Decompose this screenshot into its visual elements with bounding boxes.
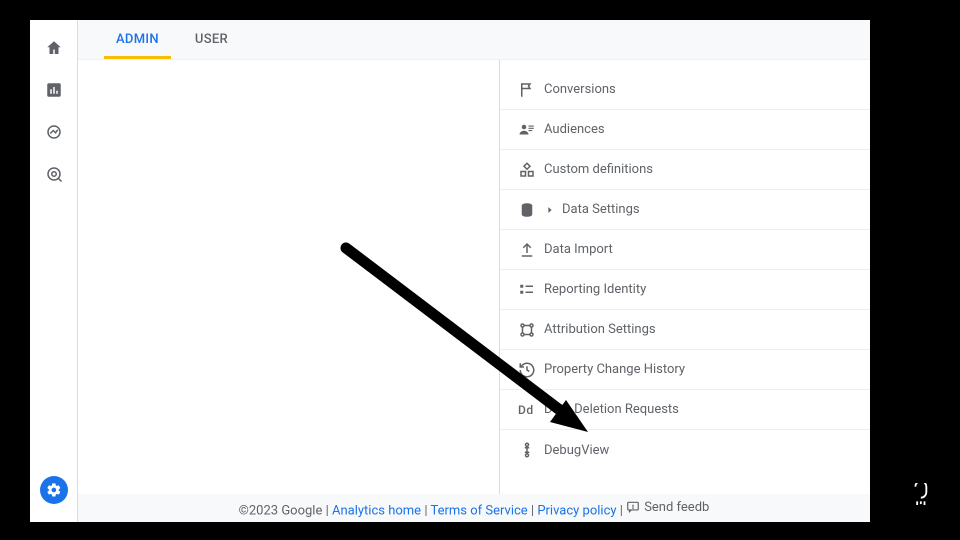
- menu-label: Conversions: [544, 82, 616, 97]
- menu-label: Attribution Settings: [544, 322, 656, 337]
- menu-item-property-change-history[interactable]: Property Change History: [500, 350, 870, 390]
- menu-label: Custom definitions: [544, 162, 653, 177]
- menu-item-data-settings[interactable]: Data Settings: [500, 190, 870, 230]
- footer: ©2023 Google | Analytics home | Terms of…: [78, 500, 870, 519]
- footer-copyright: ©2023 Google: [239, 503, 323, 518]
- menu-label: Audiences: [544, 122, 605, 137]
- menu-item-custom-definitions[interactable]: Custom definitions: [500, 150, 870, 190]
- advertising-icon[interactable]: [44, 164, 64, 184]
- footer-link-privacy[interactable]: Privacy policy: [537, 503, 616, 518]
- admin-gear-button[interactable]: [40, 476, 68, 504]
- menu-label: Data Settings: [562, 202, 640, 217]
- flag-icon: [518, 81, 544, 99]
- footer-link-terms[interactable]: Terms of Service: [430, 503, 527, 518]
- reports-icon[interactable]: [44, 80, 64, 100]
- menu-item-audiences[interactable]: Audiences: [500, 110, 870, 150]
- tab-bar: ADMIN USER: [78, 20, 870, 60]
- menu-label: DebugView: [544, 443, 609, 458]
- menu-item-attribution-settings[interactable]: Attribution Settings: [500, 310, 870, 350]
- menu-item-debugview[interactable]: DebugView: [500, 430, 870, 470]
- corner-decoration-icon: [908, 483, 930, 510]
- menu-label: Data Import: [544, 242, 613, 257]
- footer-link-analytics-home[interactable]: Analytics home: [332, 503, 421, 518]
- database-icon: [518, 201, 544, 219]
- menu-item-conversions[interactable]: Conversions: [500, 70, 870, 110]
- audiences-icon: [518, 121, 544, 139]
- home-icon[interactable]: [44, 38, 64, 58]
- explore-icon[interactable]: [44, 122, 64, 142]
- footer-send-feedback[interactable]: Send feedb: [626, 500, 709, 515]
- property-settings-list: Conversions Audiences Custom definitions: [500, 60, 870, 494]
- menu-label: Reporting Identity: [544, 282, 646, 297]
- custom-definitions-icon: [518, 161, 544, 179]
- main-area: ADMIN USER Conversions Audiences: [78, 20, 870, 522]
- feedback-icon: [626, 500, 640, 514]
- debugview-icon: [518, 441, 544, 459]
- reporting-identity-icon: [518, 281, 544, 299]
- history-icon: [518, 361, 544, 379]
- data-deletion-icon: Dd: [518, 403, 544, 417]
- content-area: Conversions Audiences Custom definitions: [78, 60, 870, 494]
- caret-right-icon: [544, 205, 556, 215]
- menu-item-reporting-identity[interactable]: Reporting Identity: [500, 270, 870, 310]
- tab-admin[interactable]: ADMIN: [98, 20, 177, 59]
- tab-user[interactable]: USER: [177, 20, 246, 59]
- upload-icon: [518, 241, 544, 259]
- content-left-column: [84, 60, 500, 494]
- menu-label: Property Change History: [544, 362, 685, 377]
- menu-label: Data Deletion Requests: [544, 402, 679, 417]
- app-frame: ADMIN USER Conversions Audiences: [30, 20, 870, 522]
- menu-item-data-deletion-requests[interactable]: Dd Data Deletion Requests: [500, 390, 870, 430]
- left-nav-rail: [30, 20, 78, 522]
- menu-item-data-import[interactable]: Data Import: [500, 230, 870, 270]
- attribution-icon: [518, 321, 544, 339]
